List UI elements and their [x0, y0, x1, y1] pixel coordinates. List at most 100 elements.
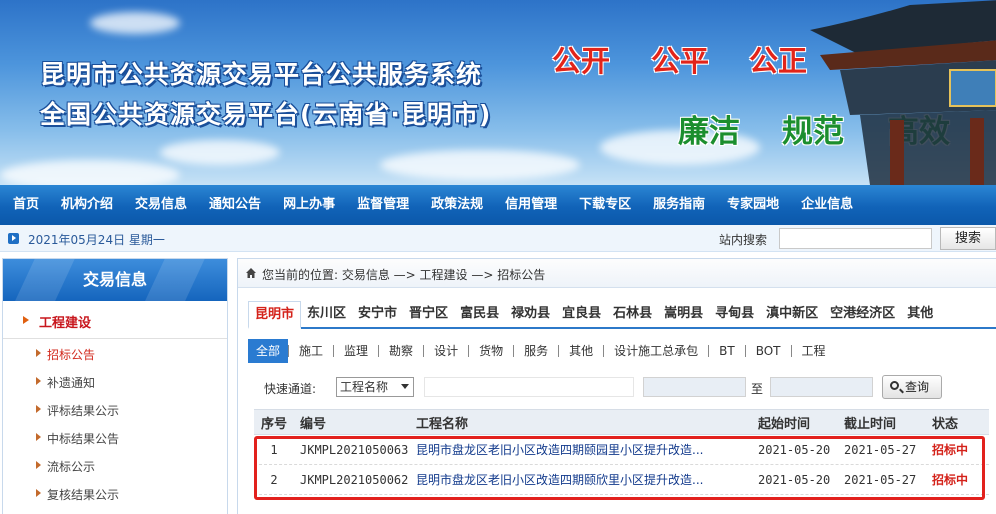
area-tab-konggang[interactable]: 空港经济区 [824, 301, 901, 327]
area-tab-dongchuan[interactable]: 东川区 [301, 301, 352, 327]
triangle-right-icon [23, 316, 29, 324]
area-tab-fumin[interactable]: 富民县 [454, 301, 505, 327]
nav-enterprise[interactable]: 企业信息 [790, 185, 864, 225]
search-icon [890, 381, 899, 390]
end-date-input[interactable] [770, 377, 873, 397]
row-project-link[interactable]: 昆明市盘龙区老旧小区改造四期颐欣里小区提升改造... [416, 465, 751, 494]
sidebar-category-label: 工程建设 [39, 316, 92, 331]
row-status: 招标中 [932, 473, 969, 487]
row-end-date: 2021-05-27 [844, 472, 917, 487]
row-no: 1 [270, 442, 278, 457]
type-tab-other[interactable]: 其他 [559, 339, 603, 363]
row-status: 招标中 [932, 443, 969, 457]
nav-downloads[interactable]: 下载专区 [568, 185, 642, 225]
sidebar: 交易信息 工程建设 招标公告 补遗通知 评标结果公示 中标结果公告 流标公示 复… [2, 258, 228, 514]
col-header-status: 状态 [932, 416, 959, 432]
area-tab-yiliang[interactable]: 宜良县 [556, 301, 607, 327]
area-tab-anning[interactable]: 安宁市 [352, 301, 403, 327]
type-tab-goods[interactable]: 货物 [469, 339, 513, 363]
type-tab-bt[interactable]: BT [709, 339, 745, 363]
system-title: 昆明市公共资源交易平台公共服务系统 [40, 60, 483, 89]
nav-online-service[interactable]: 网上办事 [272, 185, 346, 225]
area-tab-luquan[interactable]: 禄劝县 [505, 301, 556, 327]
table-header: 序号 编号 工程名称 起始时间 截止时间 状态 [254, 409, 989, 435]
chevron-down-icon [401, 384, 409, 389]
area-tab-songming[interactable]: 嵩明县 [658, 301, 709, 327]
slogan-clean: 廉洁 [678, 114, 740, 150]
info-bar: 2021年05月24日 星期一 站内搜索 搜索 [0, 225, 996, 252]
nav-credit[interactable]: 信用管理 [494, 185, 568, 225]
type-tab-bot[interactable]: BOT [746, 339, 791, 363]
query-button[interactable]: 查询 [882, 375, 942, 399]
site-search-label: 站内搜索 [719, 233, 768, 247]
date-range-to-label: 至 [751, 382, 764, 396]
nav-trade-info[interactable]: 交易信息 [124, 185, 198, 225]
sidebar-item-supplement[interactable]: 补遗通知 [3, 367, 227, 395]
type-tabs: 全部 施工 监理 勘察 设计 货物 服务 其他 设计施工总承包 BT BOT 工… [248, 339, 836, 363]
sidebar-item-label: 补遗通知 [47, 376, 96, 390]
table-row: 2 JKMPL2021050062 昆明市盘龙区老旧小区改造四期颐欣里小区提升改… [254, 465, 989, 495]
area-tab-shilin[interactable]: 石林县 [607, 301, 658, 327]
nav-guide[interactable]: 服务指南 [642, 185, 716, 225]
row-start-date: 2021-05-20 [758, 442, 831, 457]
col-header-end: 截止时间 [844, 416, 897, 432]
arrow-right-icon [36, 377, 41, 385]
main-content: 您当前的位置: 交易信息 —> 工程建设 —> 招标公告 昆明市 东川区 安宁市… [237, 258, 996, 514]
type-tab-service[interactable]: 服务 [514, 339, 558, 363]
area-tabs: 昆明市 东川区 安宁市 晋宁区 富民县 禄劝县 宜良县 石林县 嵩明县 寻甸县 … [248, 301, 996, 329]
nav-policy[interactable]: 政策法规 [420, 185, 494, 225]
platform-title: 全国公共资源交易平台(云南省·昆明市) [40, 100, 492, 129]
arrow-right-icon [36, 461, 41, 469]
sidebar-item-award-notice[interactable]: 中标结果公告 [3, 423, 227, 451]
area-tab-jinning[interactable]: 晋宁区 [403, 301, 454, 327]
sidebar-item-label: 流标公示 [47, 460, 96, 474]
sidebar-category-engineering[interactable]: 工程建设 [3, 301, 227, 339]
nav-home[interactable]: 首页 [2, 185, 50, 225]
quick-search-field-value: 工程名称 [340, 380, 389, 394]
type-tab-all[interactable]: 全部 [248, 339, 289, 363]
type-tab-design[interactable]: 设计 [424, 339, 468, 363]
start-date-input[interactable] [643, 377, 746, 397]
type-tab-engineering[interactable]: 工程 [792, 339, 836, 363]
quick-search-label: 快速通道: [264, 382, 317, 396]
site-search-button[interactable]: 搜索 [940, 227, 996, 250]
arrow-right-icon [36, 489, 41, 497]
area-tab-xundian[interactable]: 寻甸县 [709, 301, 760, 327]
sidebar-item-label: 中标结果公告 [47, 432, 120, 446]
nav-supervision[interactable]: 监督管理 [346, 185, 420, 225]
area-tab-dianzhong[interactable]: 滇中新区 [760, 301, 824, 327]
area-tab-other[interactable]: 其他 [901, 301, 939, 327]
type-tab-survey[interactable]: 勘察 [379, 339, 423, 363]
arrow-right-icon [36, 433, 41, 441]
nav-experts[interactable]: 专家园地 [716, 185, 790, 225]
type-tab-construction[interactable]: 施工 [289, 339, 333, 363]
sidebar-item-evaluation-result[interactable]: 评标结果公示 [3, 395, 227, 423]
quick-search-field-select[interactable]: 工程名称 [336, 377, 414, 397]
query-button-label: 查询 [905, 380, 930, 394]
area-tab-kunming[interactable]: 昆明市 [248, 301, 302, 329]
sidebar-item-failed-bid[interactable]: 流标公示 [3, 451, 227, 479]
slogan-open: 公开 [552, 44, 611, 78]
sidebar-item-label: 评标结果公示 [47, 404, 120, 418]
sidebar-item-label: 招标公告 [47, 348, 96, 362]
row-end-date: 2021-05-27 [844, 442, 917, 457]
sidebar-item-review-result[interactable]: 复核结果公示 [3, 479, 227, 507]
row-no: 2 [270, 472, 278, 487]
nav-notices[interactable]: 通知公告 [198, 185, 272, 225]
current-date: 2021年05月24日 星期一 [28, 233, 165, 247]
play-icon [8, 233, 19, 244]
header-banner: 昆明市公共资源交易平台公共服务系统 全国公共资源交易平台(云南省·昆明市) 公开… [0, 0, 996, 185]
col-header-start: 起始时间 [758, 416, 811, 432]
type-tab-epc[interactable]: 设计施工总承包 [604, 339, 708, 363]
row-project-link[interactable]: 昆明市盘龙区老旧小区改造四期颐园里小区提升改造... [416, 435, 751, 464]
row-code: JKMPL2021050063 [300, 442, 409, 457]
site-search-input[interactable] [779, 228, 932, 249]
type-tab-supervision[interactable]: 监理 [334, 339, 378, 363]
sidebar-item-label: 复核结果公示 [47, 488, 120, 502]
archway-gate-icon [810, 0, 996, 185]
nav-about[interactable]: 机构介绍 [50, 185, 124, 225]
sidebar-item-tender-notice[interactable]: 招标公告 [3, 339, 227, 367]
col-header-no: 序号 [260, 416, 287, 432]
quick-search-bar: 快速通道: 工程名称 至 查询 [254, 375, 989, 401]
quick-search-keyword-input[interactable] [424, 377, 634, 397]
